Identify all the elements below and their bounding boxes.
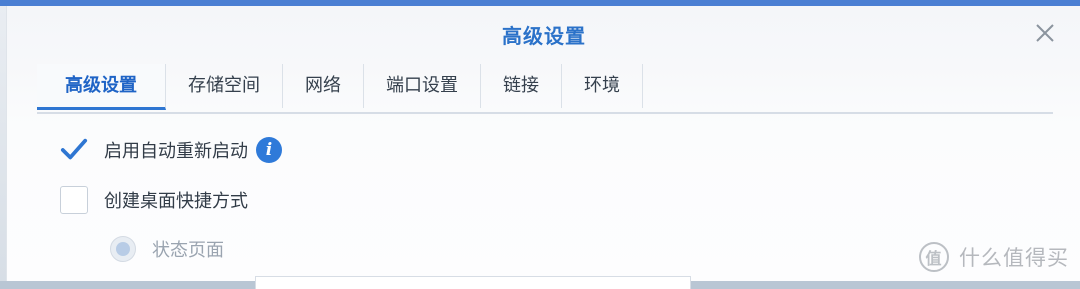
status-page-option: 状态页面: [110, 236, 224, 262]
radio-selected-dot: [116, 242, 130, 256]
tab-environment[interactable]: 环境: [562, 64, 643, 108]
watermark-logo: 值: [919, 242, 949, 272]
settings-tabs: 高级设置 存储空间 网络 端口设置 链接 环境: [37, 64, 1053, 114]
dialog-title: 高级设置: [502, 24, 586, 48]
auto-restart-checkbox[interactable]: [60, 136, 88, 164]
auto-restart-label: 启用自动重新启动: [104, 141, 248, 162]
desktop-shortcut-checkbox[interactable]: [60, 186, 88, 214]
tab-advanced-settings[interactable]: 高级设置: [37, 64, 166, 110]
tab-links[interactable]: 链接: [481, 64, 562, 108]
status-page-input[interactable]: [255, 276, 691, 289]
tab-network[interactable]: 网络: [283, 64, 364, 108]
tab-storage[interactable]: 存储空间: [166, 64, 283, 108]
tab-port-settings[interactable]: 端口设置: [364, 64, 481, 108]
status-page-label: 状态页面: [152, 240, 224, 261]
watermark: 值 什么值得买: [919, 242, 1069, 272]
info-icon[interactable]: i: [256, 137, 282, 163]
checkmark-icon: [60, 138, 88, 160]
close-button[interactable]: [1033, 21, 1057, 45]
close-icon: [1036, 24, 1054, 42]
auto-restart-option: 启用自动重新启动 i: [60, 136, 282, 164]
desktop-shortcut-option: 创建桌面快捷方式: [60, 186, 248, 214]
desktop-shortcut-label: 创建桌面快捷方式: [104, 191, 248, 212]
status-page-radio[interactable]: [110, 236, 136, 262]
advanced-settings-dialog: 高级设置 高级设置 存储空间 网络 端口设置 链接 环境 启用自动重新启动 i …: [6, 6, 1080, 289]
watermark-text: 什么值得买: [959, 246, 1069, 270]
